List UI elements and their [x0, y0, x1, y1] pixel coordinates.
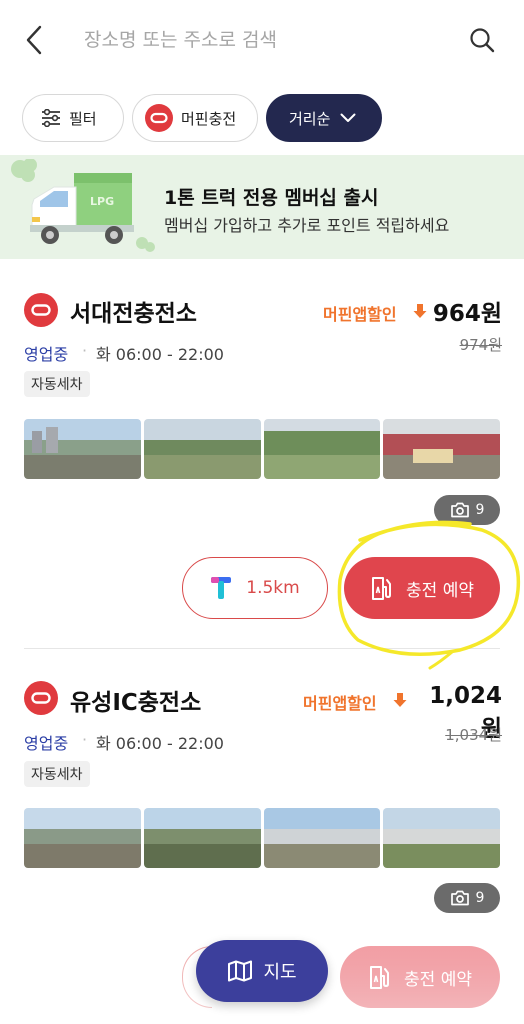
- muffin-logo-icon: [145, 104, 173, 132]
- photo-count: 9: [475, 890, 485, 906]
- sort-dropdown-label: 거리순: [289, 109, 331, 128]
- chevron-down-icon: [340, 113, 356, 123]
- search-icon: [470, 28, 495, 53]
- brand-chip[interactable]: 머핀충전: [132, 94, 258, 142]
- open-status: 영업중: [24, 345, 69, 364]
- tmap-distance-button[interactable]: 1.5km: [182, 557, 328, 619]
- chevron-left-icon: [26, 25, 42, 55]
- filter-chip-label: 필터: [69, 109, 97, 128]
- station-photo[interactable]: [263, 808, 381, 868]
- search-bar: [0, 0, 524, 80]
- app-discount-label: 머핀앱할인: [303, 694, 377, 713]
- banner-subtitle: 멤버십 가입하고 추가로 포인트 적립하세요: [164, 216, 450, 235]
- photo-count: 9: [475, 502, 485, 518]
- down-arrow-icon: [413, 304, 427, 318]
- tmap-logo-icon: [211, 577, 232, 599]
- back-button[interactable]: [18, 22, 50, 58]
- lpg-text: LPG: [90, 195, 114, 208]
- down-arrow-icon: [393, 693, 407, 707]
- photo-strip[interactable]: [24, 419, 500, 479]
- filter-chip[interactable]: 필터: [22, 94, 124, 142]
- divider: [24, 648, 500, 649]
- muffin-logo-icon: [24, 293, 58, 327]
- map-icon: [228, 960, 253, 982]
- search-input[interactable]: [84, 22, 444, 58]
- separator-dot: ·: [82, 341, 88, 360]
- charge-reservation-button[interactable]: 충전 예약: [344, 557, 500, 619]
- business-hours: 화 06:00 - 22:00: [96, 345, 224, 364]
- separator-dot: ·: [82, 730, 88, 749]
- station-photo[interactable]: [24, 419, 141, 479]
- map-label: 지도: [263, 962, 297, 983]
- amenity-tag: 자동세차: [24, 371, 90, 397]
- app-discount-label: 머핀앱할인: [323, 305, 397, 324]
- reserve-label: 충전 예약: [406, 580, 474, 601]
- sliders-icon: [41, 109, 61, 127]
- banner-title: 1톤 트럭 전용 멤버십 출시: [164, 187, 379, 209]
- station-photo[interactable]: [383, 808, 500, 868]
- gas-pump-icon: [372, 577, 392, 600]
- charge-reservation-button[interactable]: 충전 예약: [340, 946, 500, 1008]
- gas-pump-icon: [370, 966, 390, 989]
- photo-count-badge[interactable]: 9: [434, 495, 500, 525]
- original-price: 1,034원: [445, 726, 502, 744]
- photo-count-badge[interactable]: 9: [434, 883, 500, 913]
- amenity-tag: 자동세차: [24, 761, 90, 787]
- lpg-truck-illustration: LPG: [11, 159, 155, 252]
- station-photo[interactable]: [143, 808, 261, 868]
- price: 964원: [432, 301, 502, 327]
- camera-icon: [450, 890, 469, 906]
- station-photo[interactable]: [263, 419, 381, 479]
- open-status: 영업중: [24, 734, 69, 753]
- camera-icon: [450, 502, 469, 518]
- station-photo[interactable]: [143, 419, 261, 479]
- membership-banner[interactable]: LPG 1톤 트럭 전용 멤버십 출시 멤버십 가입하고 추가로 포인트 적립하…: [0, 155, 524, 259]
- photo-strip[interactable]: [24, 808, 500, 868]
- brand-chip-label: 머핀충전: [181, 109, 237, 128]
- business-hours: 화 06:00 - 22:00: [96, 734, 224, 753]
- search-button[interactable]: [464, 22, 500, 58]
- station-photo[interactable]: [383, 419, 500, 479]
- filter-chip-row: 필터 머핀충전 거리순: [22, 94, 382, 142]
- station-photo[interactable]: [24, 808, 141, 868]
- reserve-label: 충전 예약: [404, 969, 472, 990]
- muffin-logo-icon: [24, 681, 58, 715]
- distance-label: 1.5km: [246, 578, 300, 598]
- station-name: 유성IC충전소: [70, 690, 202, 716]
- map-view-button[interactable]: 지도: [196, 940, 328, 1002]
- original-price: 974원: [459, 336, 502, 354]
- station-name: 서대전충전소: [70, 301, 197, 327]
- sort-dropdown[interactable]: 거리순: [266, 94, 382, 142]
